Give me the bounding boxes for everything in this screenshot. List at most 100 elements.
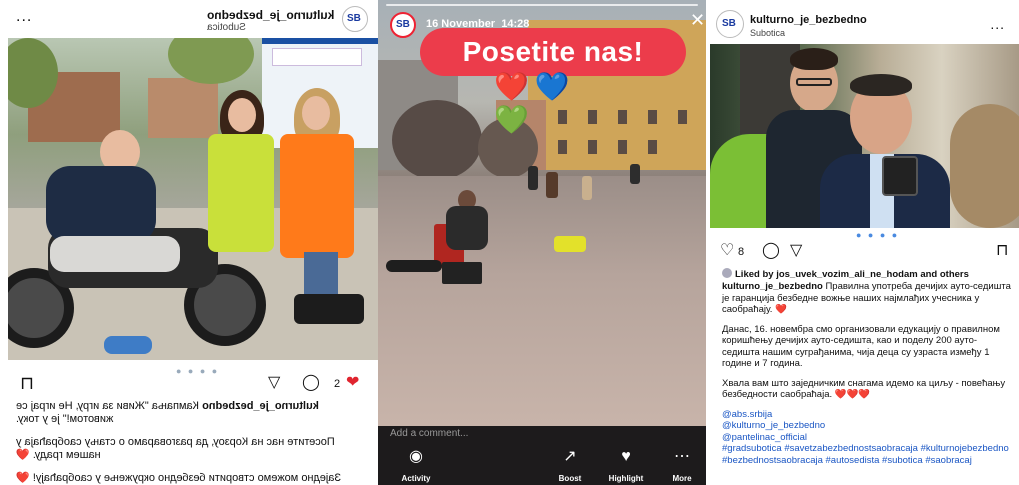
- boots: [294, 294, 364, 324]
- window: [558, 140, 567, 154]
- caption-line: kulturno_je_bezbedno Кампања "Живи за иг…: [0, 400, 378, 426]
- caption-line: Посетите нас на Корзоу, да разговарамо о…: [16, 436, 335, 461]
- story-toolbar: ◉ Activity ↗ Boost ♥ Highlight ⋯ More: [378, 446, 706, 485]
- story-panel: 16 November 14:28 ✕ Posetite nas! ❤️ 💙 💚…: [378, 0, 706, 485]
- likes-count[interactable]: 2: [334, 375, 340, 393]
- comment-input[interactable]: Add a comment...: [390, 428, 468, 439]
- window: [648, 140, 657, 154]
- post-photo[interactable]: [710, 44, 1019, 228]
- window: [648, 110, 657, 124]
- window: [588, 140, 597, 154]
- liked-by-user[interactable]: jos_uvek_vozim_ali_ne_hodam: [776, 269, 918, 280]
- liked-by-suffix: and others: [917, 269, 969, 280]
- post-location[interactable]: Subotica: [207, 22, 334, 33]
- man-hair: [790, 48, 838, 70]
- green-safety-vest: [208, 134, 274, 252]
- highlight-button[interactable]: ♥ Highlight: [596, 446, 656, 485]
- mention-link[interactable]: @kulturno_je_bezbedno: [722, 420, 1012, 432]
- post-actions: ⊓ ▽ ◯ 2 ❤: [0, 374, 378, 394]
- caption-username[interactable]: kulturno_je_bezbedno: [202, 400, 319, 412]
- boost-icon: ↗: [563, 448, 577, 465]
- highlight-icon: ♥: [621, 448, 631, 465]
- caption-paragraph: Данас, 16. новембра смо организовали еду…: [722, 323, 1000, 370]
- window: [618, 110, 627, 124]
- close-icon[interactable]: ✕: [690, 10, 705, 31]
- pedestrian: [630, 164, 640, 184]
- more-options-icon[interactable]: ...: [16, 8, 32, 26]
- post-caption: kulturno_je_bezbedno Правилна употреба д…: [722, 281, 1012, 466]
- woman-face: [228, 98, 256, 132]
- post-caption: kulturno_je_bezbedno Кампања "Живи за иг…: [0, 400, 378, 485]
- liked-by-prefix: Liked by: [735, 269, 777, 280]
- more-icon: ⋯: [674, 448, 690, 465]
- liker-avatar: [722, 268, 732, 278]
- post-username[interactable]: kulturno_je_bezbedno: [750, 14, 867, 26]
- caption-paragraph: Хвала вам што заједничким снагама идемо …: [722, 377, 1006, 401]
- amplifier: [442, 262, 482, 284]
- musician: [446, 206, 488, 250]
- boost-label: Boost: [558, 474, 582, 483]
- post-location[interactable]: Subotica: [750, 28, 785, 38]
- activity-label: Activity: [401, 474, 431, 483]
- blue-heart-icon: 💙: [534, 71, 570, 102]
- heart-icon[interactable]: ♡: [720, 242, 734, 260]
- story-avatar[interactable]: [390, 12, 416, 38]
- boost-button[interactable]: ↗ Boost: [540, 446, 600, 485]
- liked-by[interactable]: Liked by jos_uvek_vozim_ali_ne_hodam and…: [722, 268, 969, 280]
- caption-line: kulturno_je_bezbedno Правилна употреба д…: [722, 281, 1012, 316]
- jeans: [304, 252, 338, 300]
- carousel-indicator: ● ● ● ●: [856, 230, 900, 240]
- rider-pants: [50, 236, 180, 272]
- avatar[interactable]: [342, 6, 368, 32]
- bookmark-icon[interactable]: ⊓: [20, 374, 34, 392]
- comment-icon[interactable]: ◯: [762, 242, 780, 260]
- mention-link[interactable]: @pantelinac_official: [722, 432, 1012, 444]
- red-heart-icon: ❤️: [494, 71, 529, 102]
- activity-icon: ◉: [409, 448, 423, 465]
- rider-shoe: [104, 336, 152, 354]
- pedestrian: [528, 166, 538, 190]
- man-glasses: [796, 78, 832, 86]
- speaker-hair: [850, 74, 912, 96]
- window: [678, 110, 687, 124]
- phone: [882, 156, 918, 196]
- pedestrian: [582, 176, 592, 200]
- yellow-bag: [554, 236, 586, 252]
- post-panel-mirrored: ... kulturno_je_bezbedno Subotica SB ● ●…: [0, 0, 378, 485]
- pedestrian: [546, 172, 558, 198]
- story-text-sticker: Posetite nas!: [420, 28, 686, 76]
- activity-button[interactable]: ◉ Activity: [386, 446, 446, 485]
- story-progress-bar: [386, 4, 698, 6]
- post-actions: ♡ 8 ◯ ▽ ⊓: [706, 242, 1019, 262]
- more-options-icon[interactable]: ...: [990, 16, 1005, 32]
- post-photo[interactable]: [8, 38, 378, 360]
- rider: [30, 130, 180, 280]
- share-icon[interactable]: ▽: [268, 374, 280, 392]
- highlight-label: Highlight: [608, 474, 644, 483]
- bare-tree: [392, 100, 482, 180]
- bookmark-icon[interactable]: ⊓: [996, 242, 1008, 260]
- likes-count[interactable]: 8: [738, 243, 744, 261]
- guitar-case: [386, 260, 442, 272]
- caption-line: Заједно можемо створити безбедно окружењ…: [16, 472, 342, 484]
- post-username[interactable]: kulturno_je_bezbedno: [207, 8, 334, 22]
- caption-username[interactable]: kulturno_je_bezbedno: [722, 281, 823, 292]
- post-panel: kulturno_je_bezbedno Subotica ... ● ● ● …: [706, 0, 1019, 485]
- post-header: kulturno_je_bezbedno Subotica ...: [706, 0, 1019, 44]
- more-button[interactable]: ⋯ More: [652, 446, 706, 485]
- woman-face: [302, 96, 330, 130]
- tent-sign: [272, 48, 362, 66]
- green-heart-icon: 💚: [494, 104, 529, 135]
- hearts-sticker: ❤️ 💙 💚: [494, 70, 608, 136]
- post-header: ... kulturno_je_bezbedno Subotica: [0, 0, 378, 38]
- share-icon[interactable]: ▽: [790, 242, 802, 260]
- heart-icon[interactable]: ❤: [346, 374, 359, 392]
- caption-text: Кампања "Живи за игру, Не играј се живот…: [16, 400, 200, 425]
- comment-icon[interactable]: ◯: [302, 374, 320, 392]
- avatar[interactable]: [716, 10, 744, 38]
- post-user-block[interactable]: kulturno_je_bezbedno Subotica: [207, 8, 334, 33]
- hashtags[interactable]: #gradsubotica #savetzabezbednostsaobraca…: [722, 443, 1012, 466]
- mention-link[interactable]: @abs.srbija: [722, 409, 1012, 421]
- blurred-person: [950, 104, 1019, 228]
- rider-jacket: [46, 166, 156, 244]
